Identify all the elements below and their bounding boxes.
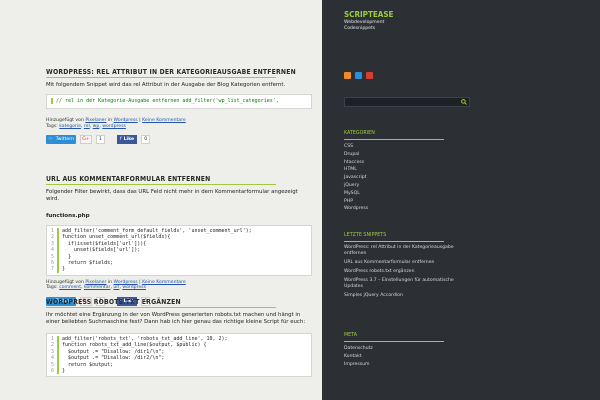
facebook-icon: f [120, 137, 122, 143]
category-link[interactable]: HTML [344, 166, 454, 174]
comments-link[interactable]: Keine Kommentare [142, 280, 186, 285]
post-meta: Hinzugefügt von Pixelaner in Wordpress |… [46, 118, 186, 129]
search-button[interactable] [459, 98, 469, 106]
site-tagline: Webdevelopment Codesnippets [344, 20, 384, 32]
tag-link[interactable]: wordpress [122, 285, 146, 290]
category-link[interactable]: Wordpress [114, 118, 138, 123]
heading-divider [344, 139, 444, 140]
tag-link[interactable]: rel [84, 124, 90, 129]
gplus-button[interactable]: G+ [80, 135, 92, 145]
category-link[interactable]: PHP [344, 198, 454, 206]
category-link[interactable]: Javascript [344, 174, 454, 182]
twitter-icon[interactable] [355, 72, 362, 79]
tagline-line: Codesnippets [344, 26, 376, 31]
recent-heading: Letzte Snippets [344, 233, 387, 238]
meta-heading: Meta [344, 333, 358, 338]
post: Wordpress: rel Attribut in der Kategorie… [46, 68, 312, 145]
google-plus-icon[interactable] [366, 72, 373, 79]
code-line: 7} [47, 266, 311, 273]
code-line: // rel in der Kategorie-Ausgabe entferne… [51, 98, 307, 105]
tags-label: Tags: [46, 285, 58, 291]
code-block[interactable]: // rel in der Kategorie-Ausgabe entferne… [46, 94, 312, 109]
search-icon [461, 99, 467, 105]
tag-link[interactable]: url [113, 285, 119, 290]
post-title[interactable]: URL aus Kommentarformular entfernen [46, 175, 312, 183]
category-link[interactable]: CSS [344, 143, 454, 151]
heading-divider [344, 341, 444, 342]
tag-link[interactable]: kommentar [84, 285, 111, 290]
fb-like-label: Like [123, 137, 135, 143]
tag-link[interactable]: kategorie [59, 124, 81, 129]
categories-list: CSS Drupal htaccess HTML Javascript jQue… [344, 143, 454, 213]
search-input[interactable] [344, 97, 470, 107]
meta-link[interactable]: Kontakt [344, 353, 454, 361]
code-block[interactable]: 1 add_filter('robots_txt', 'robots_txt_ad… [46, 333, 312, 378]
social-links [344, 72, 373, 79]
meta-link[interactable]: Impressum [344, 361, 454, 369]
tag-link[interactable]: comment [59, 285, 81, 290]
category-link[interactable]: Wordpress [344, 205, 454, 213]
recent-link[interactable]: WordPress: rel Attribut in der Kategorie… [344, 245, 464, 257]
post-intro: Ihr möchtet eine Ergänzung in der von Wo… [46, 312, 306, 325]
rss-icon[interactable] [344, 72, 351, 79]
tag-link[interactable]: wordpress [102, 124, 126, 129]
meta-prefix: Hinzugefügt von [46, 118, 84, 123]
tweet-button[interactable]: 🐦 Twittern [46, 135, 76, 145]
recent-list: WordPress: rel Attribut in der Kategorie… [344, 245, 464, 299]
tweet-label: Twittern [55, 137, 74, 143]
heading-divider [344, 241, 444, 242]
meta-list: Datenschutz Kontakt Impressum [344, 345, 454, 368]
meta-link[interactable]: Datenschutz [344, 345, 454, 353]
category-link[interactable]: MySQL [344, 190, 454, 198]
categories-heading: Kategorien [344, 131, 375, 136]
sidebar: SCRIPTEASE Webdevelopment Codesnippets K… [322, 0, 600, 400]
post-title[interactable]: Wordpress robots.txt ergänzen [46, 298, 312, 306]
code-line: 6} [47, 368, 311, 375]
category-link[interactable]: htaccess [344, 159, 454, 167]
tags-label: Tags: [46, 123, 58, 129]
file-name: functions.php [46, 213, 90, 219]
title-divider [46, 184, 276, 185]
title-divider [46, 307, 276, 308]
category-link[interactable]: Drupal [344, 151, 454, 159]
fb-count: 0 [141, 135, 151, 145]
post-intro: Folgender Filter bewirkt, dass das URL F… [46, 189, 298, 202]
author-link[interactable]: Pixelaner [85, 118, 106, 123]
post-meta: Hinzugefügt von Pixelaner in Wordpress |… [46, 279, 186, 291]
page-margin [0, 0, 34, 400]
recent-link[interactable]: WordPress 3.7 – Einstellungen für automa… [344, 278, 464, 290]
post: Wordpress robots.txt ergänzen Ihr möchte… [46, 298, 312, 378]
twitter-bird-icon: 🐦 [48, 137, 54, 143]
category-link[interactable]: jQuery [344, 182, 454, 190]
meta-in: in [107, 118, 113, 123]
post: URL aus Kommentarformular entfernen Folg… [46, 175, 312, 307]
share-row: 🐦 Twittern G+ 1 f Like 0 [46, 135, 312, 145]
post-intro: Mit folgendem Snippet wird das rel Attri… [46, 82, 286, 88]
site-title[interactable]: SCRIPTEASE [344, 10, 393, 19]
post-title[interactable]: Wordpress: rel Attribut in der Kategorie… [46, 68, 312, 76]
main-content: Wordpress: rel Attribut in der Kategorie… [34, 0, 322, 400]
comments-link[interactable]: Keine Kommentare [142, 118, 186, 123]
facebook-like-button[interactable]: f Like [117, 135, 138, 145]
gplus-count: 1 [96, 135, 105, 145]
recent-link[interactable]: WordPress robots.txt ergänzen [344, 269, 464, 275]
recent-link[interactable]: Simples jQuery Accordion [344, 293, 464, 299]
code-block[interactable]: 1 add_filter('comment_form_default_fields… [46, 225, 312, 276]
recent-link[interactable]: URL aus Kommentarformular entfernen [344, 260, 464, 266]
title-divider [46, 77, 276, 78]
tag-link[interactable]: wp [93, 124, 100, 129]
